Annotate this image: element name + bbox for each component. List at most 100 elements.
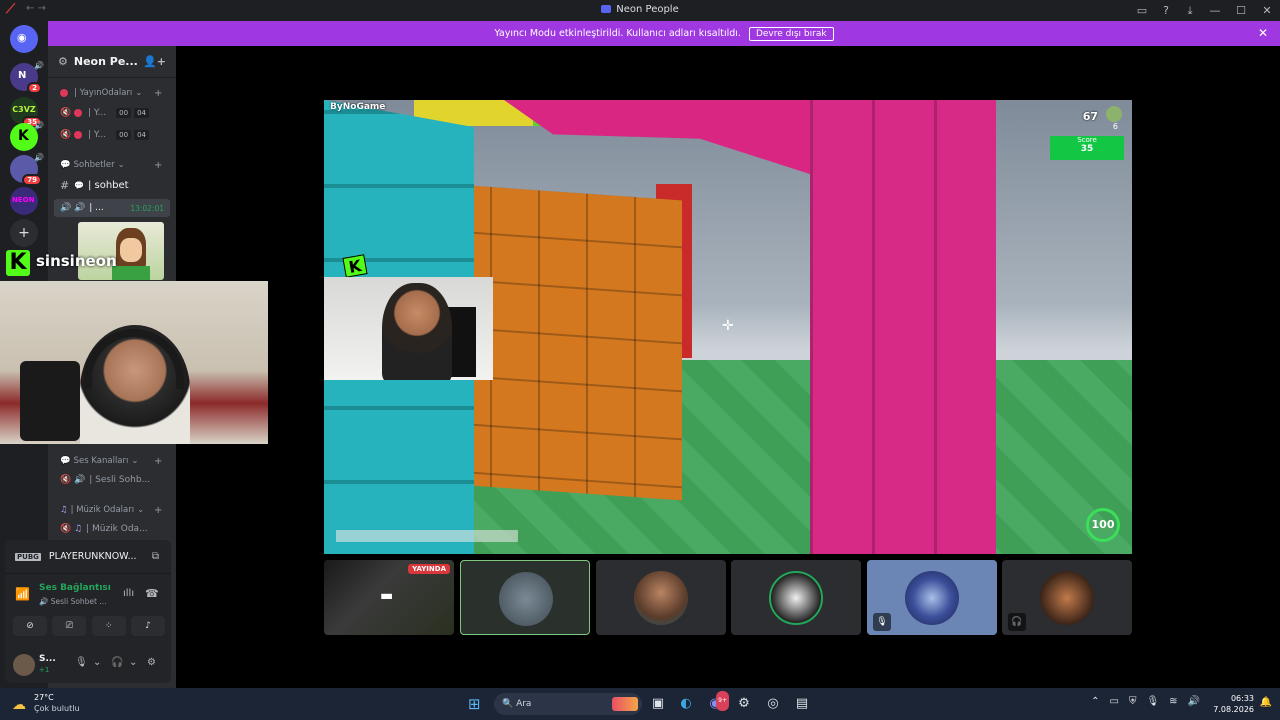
title-bar: ⟋ ← → Neon People ▭ ? ⤓ — ☐ ✕ [0,0,1280,21]
participant-tile[interactable] [596,560,726,635]
close-banner-icon[interactable]: ✕ [1258,26,1268,40]
category-ses[interactable]: 💬 Ses Kanalları ⌄ + [60,456,162,467]
discord-home-icon[interactable]: ◉ [10,25,38,53]
crosshair-icon: ✛ [722,318,734,334]
hash-icon: # [60,178,70,192]
self-username[interactable]: S... [39,654,56,664]
guild-item[interactable]: 🔊 79 [10,153,44,186]
add-channel-icon[interactable]: + [154,160,162,171]
disable-streamer-mode-button[interactable]: Devre dışı bırak [748,26,834,41]
self-status: +1 [39,666,50,674]
channel-item[interactable]: 🔇 ♫ | Müzik Oda... [54,520,170,538]
volume-icon[interactable]: 🔊 [1188,696,1200,707]
category-label: Sohbetler [73,160,115,170]
participant-tile[interactable] [731,560,861,635]
close-window-button[interactable]: ✕ [1254,4,1280,17]
clock[interactable]: 06:33 7.08.2026 [1213,693,1254,715]
category-label: | YayınOdaları [74,88,133,98]
avatar [905,571,959,625]
headphones-icon[interactable]: 🎧 [111,657,123,668]
avatar [769,571,823,625]
player-sub-count: 6 [1112,122,1118,131]
category-icon [60,89,68,97]
add-server-icon[interactable]: + [10,219,38,247]
avatar[interactable] [13,654,35,676]
guild-item[interactable]: NEON [10,187,38,215]
channel-item[interactable]: 🔇 🔊 | Sesli Sohb... [54,471,170,489]
server-header[interactable]: ⚙ Neon Pe... ⌄ 👤+ [48,46,176,78]
add-channel-icon[interactable]: + [154,505,162,516]
channel-label: | sohbet [87,179,129,191]
signal-icon: 📶 [15,587,30,601]
category-sohbetler[interactable]: 💬 Sohbetler ⌄ + [60,160,162,171]
maximize-button[interactable]: ☐ [1228,4,1254,17]
chevron-down-icon[interactable]: ⌄ [129,657,137,668]
download-icon[interactable]: ⤓ [1178,4,1202,18]
channel-item[interactable]: 🔇 | Y... 00 04 [54,104,170,122]
task-view-icon[interactable]: ▣ [648,694,668,714]
windows-taskbar: ☁ 27°C Çok bulutlu ⊞ 🔍 Ara ▣ ◐ ◉ 9+ ⚙ ◎ ▤… [0,688,1280,720]
minimize-button[interactable]: — [1202,4,1228,17]
obs-icon[interactable]: ◎ [763,694,783,714]
inbox-icon[interactable]: ▭ [1130,4,1154,17]
kick-logo-icon: K [342,254,368,278]
speaker-icon: 🔊 [39,597,51,606]
camera-off-button[interactable]: ⊘ [13,616,47,636]
microphone-icon[interactable]: 🎙 [1146,696,1159,707]
player-count: 67 [1082,110,1098,123]
channel-label: | Y... [88,108,107,118]
help-icon[interactable]: ? [1154,4,1178,17]
notification-bell-icon[interactable]: 🔔 [1260,697,1272,708]
tray-app-icon[interactable]: ▭ [1110,696,1119,707]
add-channel-icon[interactable]: + [154,88,162,99]
avatar [499,572,553,626]
taskbar-search[interactable]: 🔍 Ara [494,693,642,715]
voice-connection-title[interactable]: Ses Bağlantısı K [39,583,111,593]
avatar [634,571,688,625]
temperature: 27°C [34,693,54,702]
speaker-icon: 🔊 [60,203,72,213]
discord-taskbar-icon[interactable]: ◉ 9+ [705,691,729,714]
category-yayin[interactable]: | YayınOdaları ⌄ + [60,88,162,99]
speaker-icon: 🔊 [34,61,44,70]
streamer-webcam [0,281,268,444]
chevron-down-icon: ⌄ [137,505,145,515]
channel-item[interactable]: # 💬 | sohbet [54,176,170,194]
pubg-taskbar-icon[interactable]: ▤ [792,694,812,714]
activities-button[interactable]: ⁘ [91,616,126,636]
channel-item[interactable]: 🔇 | Y... 00 04 [54,126,170,144]
invite-people-icon[interactable]: 👤+ [143,55,166,68]
wifi-icon[interactable]: ≋ [1169,696,1177,707]
server-settings-icon[interactable]: ⚙ [58,55,68,68]
participant-tile[interactable]: 🎧 [1002,560,1132,635]
chevron-up-icon[interactable]: ⌃ [1091,696,1099,707]
soundboard-button[interactable]: ♪ [130,616,165,636]
noise-suppression-icon[interactable]: ıllı [123,588,134,599]
speaker-icon: 🔊 [74,475,86,485]
voice-channel-sub[interactable]: 🔊 Sesli Sohbet ... [39,597,117,606]
channel-item-active[interactable]: 🔊 🔊 | ... 13:02:01 [54,199,170,217]
server-icon [601,5,612,13]
participant-tile[interactable] [460,560,590,635]
activity-overlay-icon[interactable]: ⧉ [152,551,159,562]
disconnect-icon[interactable]: ☎ [145,587,159,600]
edge-icon[interactable]: ◐ [676,694,696,714]
guild-label: K [18,128,29,144]
activity-row[interactable]: PUBG PLAYERUNKNOW... ⧉ [5,540,171,574]
shield-icon[interactable]: ⛨ [1129,696,1137,707]
guild-item[interactable]: N 🔊 2 [10,61,44,94]
participant-tile[interactable]: 🎙 [867,560,997,635]
guild-item[interactable]: K 🔊 [10,121,44,151]
steam-icon[interactable]: ⚙ [734,694,754,714]
category-muzik[interactable]: ♫ | Müzik Odaları ⌄ + [60,505,162,516]
add-channel-icon[interactable]: + [154,456,162,467]
windows-start-icon[interactable]: ⊞ [468,695,481,713]
microphone-icon[interactable]: 🎙 [75,657,88,668]
mention-badge: 79 [22,174,42,186]
screen-share-button[interactable]: ⎚ [52,616,87,636]
chevron-down-icon[interactable]: ⌄ [93,657,101,668]
stream-tile[interactable]: ▬ YAYINDA [324,560,454,635]
user-limit-pill: 04 [134,108,149,118]
user-settings-icon[interactable]: ⚙ [147,657,156,668]
server-name: Neon Pe... [73,55,138,68]
